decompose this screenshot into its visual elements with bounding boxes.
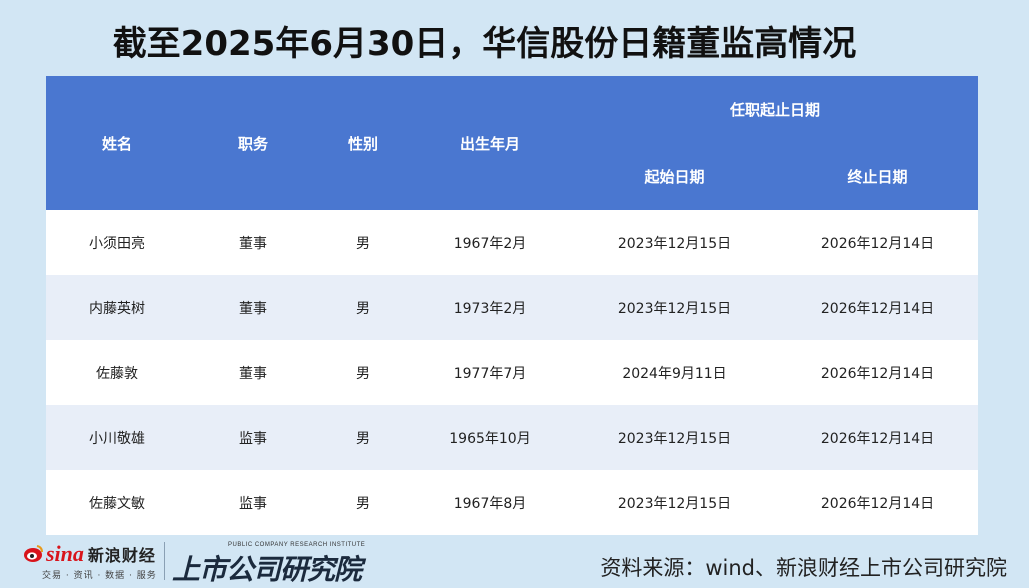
source-note: 资料来源：wind、新浪财经上市公司研究院 xyxy=(600,556,1007,580)
header-start-date: 起始日期 xyxy=(572,143,777,210)
cell-name: 内藤英树 xyxy=(46,275,188,340)
table-row: 内藤英树 董事 男 1973年2月 2023年12月15日 2026年12月14… xyxy=(46,275,979,340)
data-table: 姓名 职务 性别 出生年月 任职起止日期 起始日期 终止日期 小须田亮 董事 男… xyxy=(46,76,979,535)
sina-logo-sub: 交易 · 资讯 · 数据 · 服务 xyxy=(42,571,157,581)
header-position: 职务 xyxy=(188,76,318,210)
table-row: 佐藤敦 董事 男 1977年7月 2024年9月11日 2026年12月14日 xyxy=(46,340,979,405)
cell-start-date: 2023年12月15日 xyxy=(572,405,777,470)
cell-end-date: 2026年12月14日 xyxy=(777,470,979,535)
cell-name: 小须田亮 xyxy=(46,210,188,275)
cell-start-date: 2024年9月11日 xyxy=(572,340,777,405)
cell-position: 董事 xyxy=(188,275,318,340)
cell-birth: 1967年8月 xyxy=(408,470,572,535)
cell-name: 佐藤文敏 xyxy=(46,470,188,535)
footer: sina 新浪财经 交易 · 资讯 · 数据 · 服务 PUBLIC COMPA… xyxy=(0,534,1029,586)
cell-end-date: 2026年12月14日 xyxy=(777,405,979,470)
cell-start-date: 2023年12月15日 xyxy=(572,275,777,340)
cell-position: 董事 xyxy=(188,340,318,405)
cell-birth: 1977年7月 xyxy=(408,340,572,405)
sina-finance-logo: sina 新浪财经 交易 · 资讯 · 数据 · 服务 xyxy=(22,542,157,581)
page-title: 截至2025年6月30日，华信股份日籍董监高情况 xyxy=(112,24,857,64)
header-end-date: 终止日期 xyxy=(777,143,979,210)
cell-birth: 1967年2月 xyxy=(408,210,572,275)
sina-eye-icon xyxy=(24,545,43,562)
header-gender: 性别 xyxy=(318,76,408,210)
sina-logo-word: sina xyxy=(46,541,84,566)
header-name: 姓名 xyxy=(46,76,188,210)
table-row: 小须田亮 董事 男 1967年2月 2023年12月15日 2026年12月14… xyxy=(46,210,979,275)
research-logo-cn: 上市公司研究院 xyxy=(172,553,362,586)
cell-end-date: 2026年12月14日 xyxy=(777,340,979,405)
cell-end-date: 2026年12月14日 xyxy=(777,275,979,340)
cell-start-date: 2023年12月15日 xyxy=(572,470,777,535)
sina-logo-cn: 新浪财经 xyxy=(87,546,156,565)
cell-gender: 男 xyxy=(318,210,408,275)
cell-position: 董事 xyxy=(188,210,318,275)
table-row: 小川敬雄 监事 男 1965年10月 2023年12月15日 2026年12月1… xyxy=(46,405,979,470)
cell-end-date: 2026年12月14日 xyxy=(777,210,979,275)
cell-start-date: 2023年12月15日 xyxy=(572,210,777,275)
cell-position: 监事 xyxy=(188,470,318,535)
cell-position: 监事 xyxy=(188,405,318,470)
cell-birth: 1973年2月 xyxy=(408,275,572,340)
board-table: 姓名 职务 性别 出生年月 任职起止日期 起始日期 终止日期 小须田亮 董事 男… xyxy=(46,76,979,535)
cell-gender: 男 xyxy=(318,340,408,405)
cell-gender: 男 xyxy=(318,405,408,470)
header-birth: 出生年月 xyxy=(408,76,572,210)
cell-name: 佐藤敦 xyxy=(46,340,188,405)
table-row: 佐藤文敏 监事 男 1967年8月 2023年12月15日 2026年12月14… xyxy=(46,470,979,535)
header-tenure-group: 任职起止日期 xyxy=(572,76,979,143)
cell-gender: 男 xyxy=(318,275,408,340)
logo-divider xyxy=(164,542,165,580)
cell-name: 小川敬雄 xyxy=(46,405,188,470)
cell-birth: 1965年10月 xyxy=(408,405,572,470)
cell-gender: 男 xyxy=(318,470,408,535)
